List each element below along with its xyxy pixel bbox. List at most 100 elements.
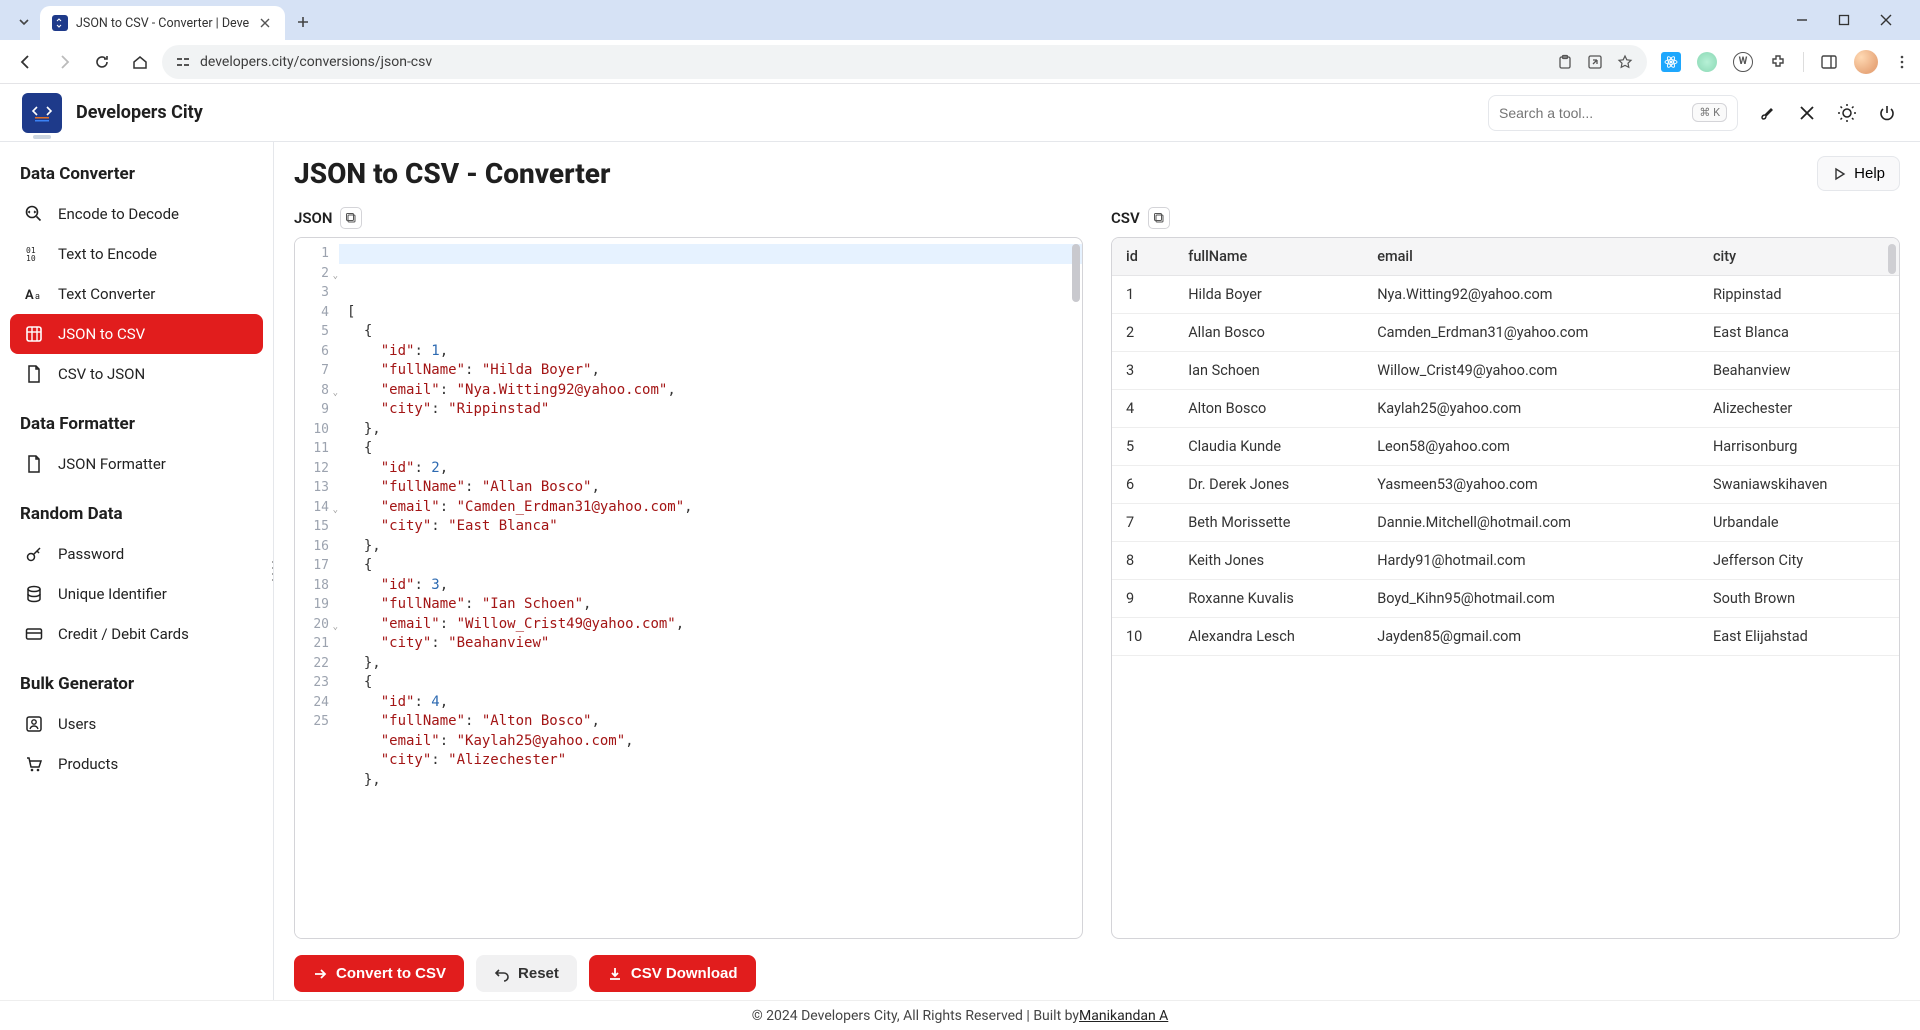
kebab-menu-icon[interactable] [1894,54,1910,70]
footer-author-link[interactable]: Manikandan A [1079,1008,1168,1024]
action-bar: Convert to CSV Reset CSV Download [294,939,1900,1000]
power-icon[interactable] [1876,102,1898,124]
svg-text:a: a [35,292,40,302]
cell-email: Nya.Witting92@yahoo.com [1363,276,1699,314]
cell-fullName: Roxanne Kuvalis [1174,580,1363,618]
tab-close[interactable] [257,15,273,31]
brush-icon[interactable] [1756,102,1778,124]
sidebar-item-json-formatter[interactable]: JSON Formatter [10,444,263,484]
tabs-dropdown[interactable] [12,10,36,34]
chevron-down-icon [18,16,30,28]
csv-col-email: email [1363,238,1699,276]
theme-toggle-icon[interactable] [1836,102,1858,124]
sidebar-item-users[interactable]: Users [10,704,263,744]
table-row: 4Alton BoscoKaylah25@yahoo.comAlizechest… [1112,390,1899,428]
side-panel-icon[interactable] [1820,53,1838,71]
sidebar-item-unique-identifier[interactable]: Unique Identifier [10,574,263,614]
site-settings-icon [176,55,190,69]
cell-id: 8 [1112,542,1174,580]
brand-name: Developers City [76,102,203,123]
cell-city: Urbandale [1699,504,1899,542]
open-external-icon[interactable] [1587,54,1603,70]
csv-scrollbar[interactable] [1888,244,1896,274]
sidebar-item-text-converter[interactable]: AaText Converter [10,274,263,314]
table-row: 9Roxanne KuvalisBoyd_Kihn95@hotmail.comS… [1112,580,1899,618]
nav-forward[interactable] [48,46,80,78]
maximize-icon [1838,14,1850,26]
cell-email: Willow_Crist49@yahoo.com [1363,352,1699,390]
window-controls [1776,8,1912,40]
nav-back[interactable] [10,46,42,78]
close-window-button[interactable] [1874,8,1898,32]
sidebar-item-label: Credit / Debit Cards [58,625,189,643]
magnify-code-icon [24,204,44,224]
x-social-icon[interactable] [1796,102,1818,124]
cell-id: 2 [1112,314,1174,352]
help-button[interactable]: Help [1817,156,1900,191]
extension-globe-icon[interactable] [1697,52,1717,72]
csv-copy-button[interactable] [1148,207,1170,229]
cell-email: Kaylah25@yahoo.com [1363,390,1699,428]
cell-city: Jefferson City [1699,542,1899,580]
sidebar-item-text-to-encode[interactable]: 0110Text to Encode [10,234,263,274]
profile-avatar[interactable] [1854,50,1878,74]
sidebar: Data ConverterEncode to Decode0110Text t… [0,142,274,1000]
cell-fullName: Allan Bosco [1174,314,1363,352]
maximize-button[interactable] [1832,8,1856,32]
sidebar-resize-handle[interactable] [268,559,274,583]
cell-city: Harrisonburg [1699,428,1899,466]
react-devtools-icon[interactable] [1661,52,1681,72]
editor-scrollbar[interactable] [1072,244,1080,302]
clipboard-icon[interactable] [1557,54,1573,70]
table-row: 8Keith JonesHardy91@hotmail.comJefferson… [1112,542,1899,580]
cell-id: 9 [1112,580,1174,618]
db-icon [24,584,44,604]
convert-label: Convert to CSV [336,965,446,982]
nav-reload[interactable] [86,46,118,78]
app-logo[interactable] [22,93,62,133]
app-header: Developers City ⌘ K [0,84,1920,142]
sidebar-item-label: Text Converter [58,285,155,303]
address-bar[interactable]: developers.city/conversions/json-csv [162,45,1647,79]
table-row: 10Alexandra LeschJayden85@gmail.comEast … [1112,618,1899,656]
sidebar-item-label: Products [58,755,118,773]
sidebar-item-csv-to-json[interactable]: CSV to JSON [10,354,263,394]
sidebar-item-json-to-csv[interactable]: JSON to CSV [10,314,263,354]
sidebar-item-password[interactable]: Password [10,534,263,574]
nav-home[interactable] [124,46,156,78]
cell-city: South Brown [1699,580,1899,618]
extension-w-icon[interactable]: W [1733,52,1753,72]
cell-id: 10 [1112,618,1174,656]
minimize-button[interactable] [1790,8,1814,32]
browser-toolbar: developers.city/conversions/json-csv W [0,40,1920,84]
sidebar-item-encode-to-decode[interactable]: Encode to Decode [10,194,263,234]
search-box[interactable]: ⌘ K [1488,95,1738,131]
extensions-icon[interactable] [1769,53,1787,71]
sidebar-item-label: CSV to JSON [58,365,145,383]
download-label: CSV Download [631,965,738,982]
undo-icon [494,966,510,982]
json-copy-button[interactable] [340,207,362,229]
sidebar-item-credit-debit-cards[interactable]: Credit / Debit Cards [10,614,263,654]
main-content: JSON to CSV - Converter Help JSON 12⌄345… [274,142,1920,1000]
sidebar-item-label: JSON to CSV [58,325,145,343]
new-tab-button[interactable] [289,8,317,36]
close-icon [1880,14,1892,26]
table-row: 3Ian SchoenWillow_Crist49@yahoo.comBeaha… [1112,352,1899,390]
cell-id: 3 [1112,352,1174,390]
download-button[interactable]: CSV Download [589,955,756,992]
reset-button[interactable]: Reset [476,955,577,992]
cell-fullName: Beth Morissette [1174,504,1363,542]
sidebar-item-products[interactable]: Products [10,744,263,784]
search-input[interactable] [1499,105,1684,121]
star-icon[interactable] [1617,54,1633,70]
download-icon [607,966,623,982]
browser-tab[interactable]: JSON to CSV - Converter | Deve [40,6,285,40]
page-title: JSON to CSV - Converter [294,157,610,190]
sidebar-item-label: JSON Formatter [58,455,166,473]
convert-button[interactable]: Convert to CSV [294,955,464,992]
json-editor[interactable]: 12⌄345678⌄91011121314⌄151617181920⌄21222… [294,237,1083,939]
json-label: JSON [294,209,332,227]
arrow-right-icon [312,966,328,982]
cell-id: 5 [1112,428,1174,466]
